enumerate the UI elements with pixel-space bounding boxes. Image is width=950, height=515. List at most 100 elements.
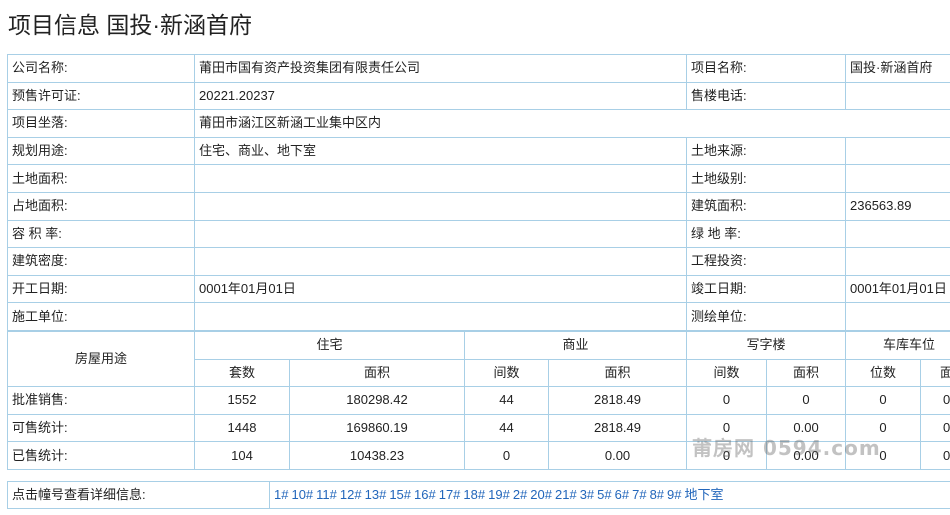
- building-links-label: 点击幢号查看详细信息:: [7, 481, 270, 509]
- subheader: 套数: [194, 358, 290, 388]
- land-area-label: 土地面积:: [7, 164, 195, 193]
- table-row: 公司名称: 莆田市国有资产投资集团有限责任公司 项目名称: 国投·新涵首府: [7, 54, 950, 83]
- building-link-17[interactable]: 17#: [439, 487, 461, 502]
- building-link-6[interactable]: 6#: [615, 487, 629, 502]
- project-info-table: 公司名称: 莆田市国有资产投资集团有限责任公司 项目名称: 国投·新涵首府 预售…: [7, 54, 950, 331]
- land-grade-value: [845, 164, 950, 193]
- permit-label: 预售许可证:: [7, 81, 195, 111]
- investment-value: [845, 247, 950, 276]
- table-row: 点击幢号查看详细信息: 1# 10# 11# 12# 13# 15# 16# 17# 18# 19…: [7, 481, 950, 509]
- building-link-18[interactable]: 18#: [463, 487, 485, 502]
- finish-date-value: 0001年01月01日: [845, 274, 950, 304]
- building-link-11[interactable]: 11#: [316, 487, 337, 502]
- table-row: 土地面积: 土地级别:: [7, 164, 950, 193]
- cell: 10438.23: [288, 441, 466, 470]
- sales-stats-table: 房屋用途 住宅 商业 写字楼 车库车位 套数 面积 间数 面积 间数 面积 位数…: [7, 330, 950, 470]
- building-link-21[interactable]: 21#: [555, 487, 577, 502]
- usage-value: 住宅、商业、地下室: [194, 136, 687, 166]
- site-area-value: [194, 191, 687, 221]
- building-link-3[interactable]: 3#: [580, 487, 594, 502]
- cell: 0: [686, 413, 768, 443]
- row-label: 已售统计:: [7, 441, 195, 470]
- building-link-2[interactable]: 2#: [513, 487, 527, 502]
- cell: 0: [920, 413, 950, 443]
- green-value: [845, 219, 950, 249]
- building-link-19[interactable]: 19#: [488, 487, 510, 502]
- build-area-label: 建筑面积:: [686, 191, 846, 221]
- subheader: 间数: [464, 358, 550, 388]
- table-row: 已售统计: 104 10438.23 0 0.00 0 0.00 0 0: [7, 441, 950, 470]
- subheader: 面积: [288, 358, 466, 388]
- subheader: 位数: [845, 358, 922, 388]
- cell: 0.00: [766, 441, 847, 470]
- building-link-16[interactable]: 16#: [414, 487, 436, 502]
- cell: 0: [686, 441, 768, 470]
- group-residential: 住宅: [193, 331, 466, 360]
- building-link-9[interactable]: 9#: [667, 487, 681, 502]
- company-label: 公司名称:: [7, 54, 195, 83]
- location-value: 莆田市涵江区新涵工业集中区内: [194, 109, 950, 138]
- building-link-10[interactable]: 10#: [291, 487, 313, 502]
- table-row: 可售统计: 1448 169860.19 44 2818.49 0 0.00 0…: [7, 413, 950, 443]
- cell: 44: [464, 386, 550, 415]
- land-area-value: [194, 164, 687, 193]
- cell: 0: [766, 386, 847, 415]
- cell: 169860.19: [288, 413, 466, 443]
- table-row: 规划用途: 住宅、商业、地下室 土地来源:: [7, 136, 950, 166]
- building-link-12[interactable]: 12#: [340, 487, 362, 502]
- building-links-list: 1# 10# 11# 12# 13# 15# 16# 17# 18# 19# 2# 20# 21# 3# 5…: [269, 481, 950, 509]
- cell: 0: [920, 441, 950, 470]
- group-parking: 车库车位: [845, 331, 950, 360]
- cell: 0: [686, 386, 768, 415]
- far-label: 容 积 率:: [7, 219, 195, 249]
- density-label: 建筑密度:: [7, 247, 195, 276]
- cell: 180298.42: [288, 386, 466, 415]
- cell: 0: [845, 413, 922, 443]
- building-link-5[interactable]: 5#: [597, 487, 611, 502]
- cell: 0.00: [548, 441, 688, 470]
- table-row: 项目坐落: 莆田市涵江区新涵工业集中区内: [7, 109, 950, 138]
- far-value: [194, 219, 687, 249]
- green-label: 绿 地 率:: [686, 219, 846, 249]
- surveyor-value: [845, 302, 950, 331]
- table-row: 占地面积: 建筑面积: 236563.89: [7, 191, 950, 221]
- surveyor-label: 测绘单位:: [686, 302, 846, 331]
- building-link-20[interactable]: 20#: [530, 487, 552, 502]
- building-link-13[interactable]: 13#: [365, 487, 387, 502]
- land-source-value: [845, 136, 950, 166]
- cell: 2818.49: [548, 413, 688, 443]
- cell: 0.00: [766, 413, 847, 443]
- building-link-15[interactable]: 15#: [389, 487, 411, 502]
- cell: 1552: [194, 386, 290, 415]
- build-area-value: 236563.89: [845, 191, 950, 221]
- phone-label: 售楼电话:: [686, 81, 846, 111]
- building-link-1[interactable]: 1#: [274, 487, 288, 502]
- location-label: 项目坐落:: [7, 109, 195, 138]
- usage-header: 房屋用途: [7, 330, 195, 388]
- row-label: 批准销售:: [7, 386, 195, 415]
- table-row: 预售许可证: 20221.20237 售楼电话:: [7, 81, 950, 111]
- table-row: 施工单位: 测绘单位:: [7, 302, 950, 331]
- building-link-7[interactable]: 7#: [632, 487, 646, 502]
- density-value: [194, 247, 687, 276]
- table-row: 批准销售: 1552 180298.42 44 2818.49 0 0 0 0: [7, 386, 950, 415]
- cell: 0: [845, 441, 922, 470]
- building-link-8[interactable]: 8#: [650, 487, 664, 502]
- subheader: 面积: [548, 358, 688, 388]
- cell: 1448: [194, 413, 290, 443]
- usage-label: 规划用途:: [7, 136, 195, 166]
- contractor-value: [194, 302, 687, 331]
- start-date-label: 开工日期:: [7, 274, 195, 304]
- building-links-table: 点击幢号查看详细信息: 1# 10# 11# 12# 13# 15# 16# 17# 18# 19…: [7, 481, 950, 509]
- site-area-label: 占地面积:: [7, 191, 195, 221]
- cell: 0: [845, 386, 922, 415]
- group-commercial: 商业: [464, 331, 688, 360]
- permit-value: 20221.20237: [194, 81, 687, 111]
- project-name-value: 国投·新涵首府: [845, 54, 950, 83]
- company-value: 莆田市国有资产投资集团有限责任公司: [194, 54, 687, 83]
- table-row: 房屋用途 住宅 商业 写字楼 车库车位: [7, 330, 950, 388]
- land-source-label: 土地来源:: [686, 136, 846, 166]
- project-name-label: 项目名称:: [686, 54, 846, 83]
- building-link-basement[interactable]: 地下室: [685, 487, 724, 502]
- row-label: 可售统计:: [7, 413, 195, 443]
